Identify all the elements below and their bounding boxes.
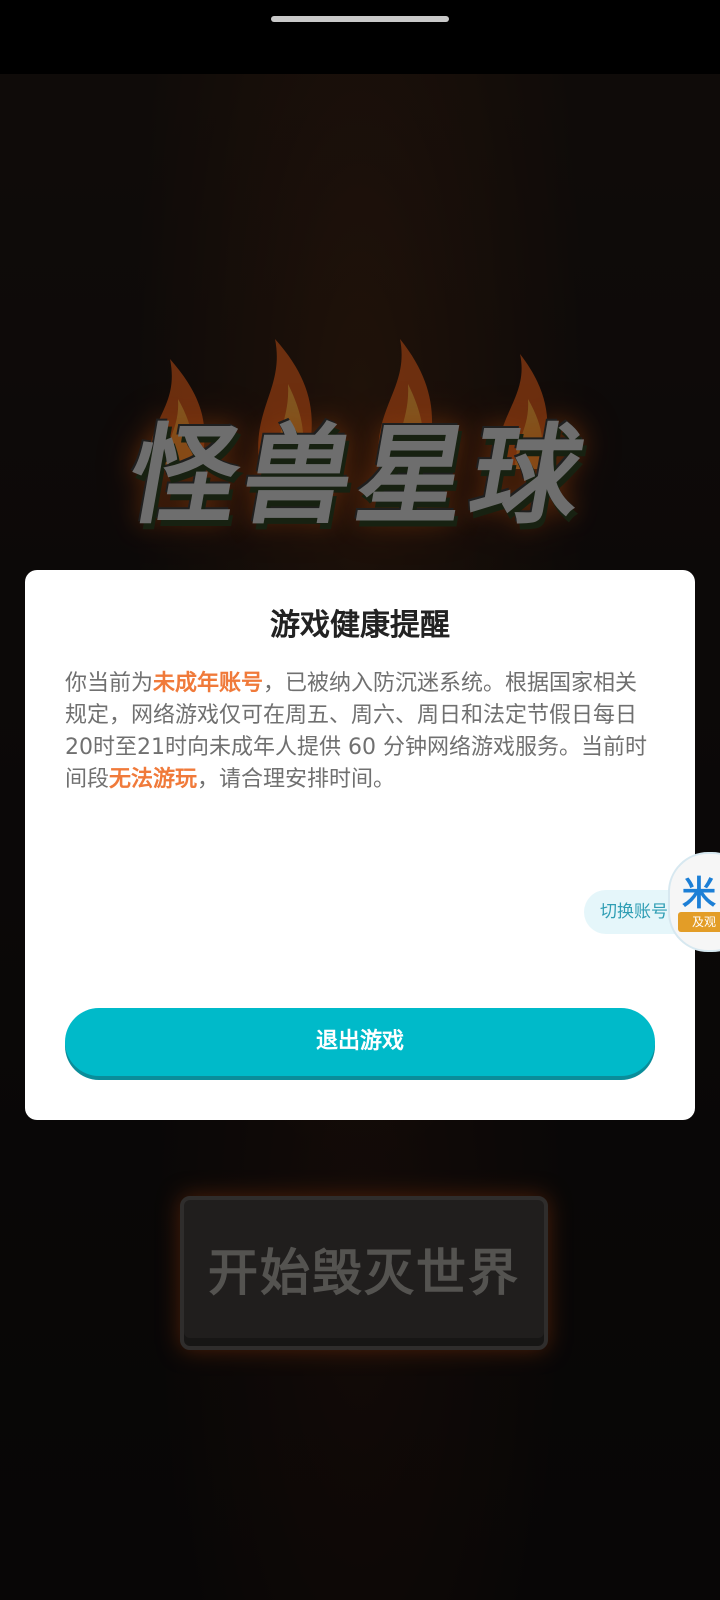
exit-game-button[interactable]: 退出游戏 (65, 1008, 655, 1076)
floating-ball-tag: 及观 (678, 912, 720, 932)
gesture-pill[interactable] (271, 16, 449, 22)
message-text: ，请合理安排时间。 (197, 767, 396, 792)
floating-ball-glyph: 米 (682, 874, 716, 914)
dialog-title: 游戏健康提醒 (270, 608, 450, 643)
message-text: 你当前为 (65, 671, 154, 696)
unplayable-highlight: 无法游玩 (109, 767, 198, 792)
mi-floating-ball-icon[interactable]: 米 及观 (668, 852, 720, 952)
dialog-message: 你当前为未成年账号，已被纳入防沉迷系统。根据国家相关规定，网络游戏仅可在周五、周… (65, 668, 655, 796)
status-bar (0, 0, 720, 74)
minor-account-highlight: 未成年账号 (153, 671, 264, 696)
floating-ball[interactable]: 米 及观 (668, 852, 720, 952)
health-reminder-dialog: 游戏健康提醒 你当前为未成年账号，已被纳入防沉迷系统。根据国家相关规定，网络游戏… (25, 570, 695, 1120)
